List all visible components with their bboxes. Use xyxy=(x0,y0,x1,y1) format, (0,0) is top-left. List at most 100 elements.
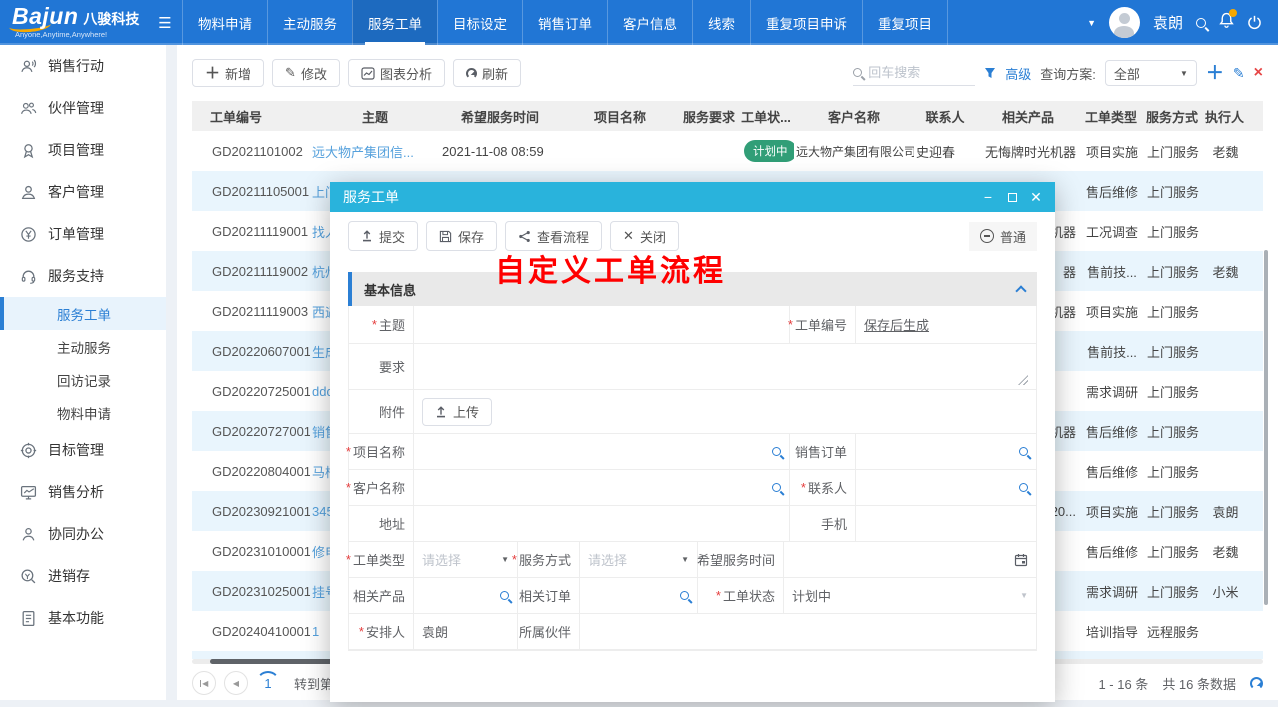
edit-button[interactable]: ✎ 修改 xyxy=(272,59,340,87)
current-page[interactable]: 1 xyxy=(256,671,280,695)
contact-input[interactable] xyxy=(864,480,1019,495)
sidebar-subitem[interactable]: 主动服务 xyxy=(0,330,166,363)
add-plan-icon[interactable]: ＋ xyxy=(1206,64,1224,82)
column-header[interactable]: 工单类型 xyxy=(1080,107,1142,126)
refresh-list-icon[interactable] xyxy=(1250,677,1263,690)
column-header[interactable]: 相关产品 xyxy=(976,107,1080,126)
product-input[interactable] xyxy=(422,588,500,603)
partner-field[interactable] xyxy=(579,614,1036,649)
edit-plan-icon[interactable]: ✎ xyxy=(1233,65,1245,82)
save-button[interactable]: 保存 xyxy=(426,221,497,251)
maximize-icon[interactable] xyxy=(1006,191,1018,203)
refresh-button[interactable]: 刷新 xyxy=(453,59,521,87)
notifications-bell-icon[interactable] xyxy=(1219,12,1234,33)
lookup-contact-icon[interactable] xyxy=(1019,483,1028,492)
logout-power-icon[interactable] xyxy=(1247,15,1262,30)
column-header[interactable]: 项目名称 xyxy=(560,107,680,126)
more-tabs-caret-icon[interactable]: ▼ xyxy=(1087,18,1096,28)
expect-time-input[interactable] xyxy=(783,542,1036,577)
column-header[interactable]: 执行人 xyxy=(1202,107,1247,126)
search-input[interactable] xyxy=(868,65,958,80)
lookup-related-order-icon[interactable] xyxy=(680,591,689,600)
project-input[interactable] xyxy=(422,444,772,459)
close-icon[interactable]: ✕ xyxy=(1030,191,1042,203)
cell-expected-time: 2021-11-08 08:59 xyxy=(440,144,560,159)
sidebar-item[interactable]: 协同办公 xyxy=(0,513,166,555)
topnav-item[interactable]: 客户信息 xyxy=(607,0,692,45)
related-order-input[interactable] xyxy=(588,588,680,603)
lookup-customer-icon[interactable] xyxy=(772,483,781,492)
sidebar-subitem[interactable]: 服务工单 xyxy=(0,297,166,330)
lookup-product-icon[interactable] xyxy=(500,591,509,600)
subject-input[interactable] xyxy=(422,317,781,332)
column-header[interactable]: 服务要求 xyxy=(680,107,738,126)
view-flow-button-label: 查看流程 xyxy=(537,227,589,246)
topnav-item[interactable]: 重复项目 xyxy=(862,0,948,45)
lookup-project-icon[interactable] xyxy=(772,447,781,456)
sidebar-subitem[interactable]: 回访记录 xyxy=(0,363,166,396)
vertical-scrollbar[interactable] xyxy=(1264,250,1268,605)
address-input[interactable] xyxy=(422,516,781,531)
sidebar-item[interactable]: 服务支持 xyxy=(0,255,166,297)
resize-handle-icon[interactable] xyxy=(1018,375,1028,385)
topnav-item[interactable]: 重复项目申诉 xyxy=(750,0,862,45)
topnav-item[interactable]: 线索 xyxy=(692,0,750,45)
filter-funnel-icon[interactable] xyxy=(984,67,996,79)
view-flow-button[interactable]: 查看流程 xyxy=(505,221,602,251)
minimize-icon[interactable]: − xyxy=(982,191,994,203)
priority-selector[interactable]: 普通 xyxy=(969,222,1037,251)
first-page-button[interactable]: ◀ xyxy=(192,671,216,695)
cell-subject-link[interactable]: 远大物产集团信... xyxy=(310,142,440,161)
sidebar-item[interactable]: 订单管理 xyxy=(0,213,166,255)
sidebar-item[interactable]: 客户管理 xyxy=(0,171,166,213)
topnav-item[interactable]: 目标设定 xyxy=(437,0,522,45)
topnav-item[interactable]: 服务工单 xyxy=(352,0,437,45)
requirement-textarea[interactable] xyxy=(413,344,1036,389)
chart-analysis-button[interactable]: 图表分析 xyxy=(348,59,445,87)
column-header[interactable]: 客户名称 xyxy=(794,107,914,126)
topnav-item[interactable]: 主动服务 xyxy=(267,0,352,45)
column-header[interactable]: 工单状... xyxy=(738,107,794,126)
mobile-input[interactable] xyxy=(864,516,1028,531)
prev-page-button[interactable]: ◀ xyxy=(224,671,248,695)
topnav-item[interactable]: 物料申请 xyxy=(182,0,267,45)
submit-button[interactable]: 提交 xyxy=(348,221,418,251)
column-header[interactable]: 工单编号 xyxy=(210,107,310,126)
sidebar-item[interactable]: 进销存 xyxy=(0,555,166,597)
type-select[interactable]: 请选择 ▼ xyxy=(413,542,517,577)
column-header[interactable]: 希望服务时间 xyxy=(440,107,560,126)
upload-attachment-button[interactable]: 上传 xyxy=(422,398,492,426)
sidebar-item[interactable]: 伙伴管理 xyxy=(0,87,166,129)
user-avatar[interactable] xyxy=(1109,7,1140,38)
user-name[interactable]: 袁朗 xyxy=(1153,12,1183,33)
column-header[interactable]: 服务方式 xyxy=(1142,107,1202,126)
calendar-icon[interactable] xyxy=(1014,553,1028,567)
modal-header[interactable]: 服务工单 − ✕ xyxy=(330,182,1055,212)
column-header[interactable]: 联系人 xyxy=(914,107,976,126)
sidebar-item[interactable]: 基本功能 xyxy=(0,597,166,639)
sidebar-item[interactable]: 销售分析 xyxy=(0,471,166,513)
advanced-search-link[interactable]: 高级 xyxy=(1005,64,1031,83)
lookup-sales-order-icon[interactable] xyxy=(1019,447,1028,456)
sidebar-item[interactable]: 项目管理 xyxy=(0,129,166,171)
global-search-icon[interactable] xyxy=(1196,18,1206,28)
table-row[interactable]: GD2021101002 远大物产集团信... 2021-11-08 08:59… xyxy=(192,131,1263,171)
topnav-item[interactable]: 销售订单 xyxy=(522,0,607,45)
sales-order-input[interactable] xyxy=(864,444,1019,459)
status-select[interactable]: 计划中 ▼ xyxy=(783,578,1036,613)
delete-plan-icon[interactable]: × xyxy=(1254,65,1263,81)
close-button[interactable]: ✕ 关闭 xyxy=(610,221,679,251)
chevron-up-icon[interactable] xyxy=(1015,285,1026,296)
column-header[interactable]: 主题 xyxy=(310,107,440,126)
add-button[interactable]: ＋ 新增 xyxy=(192,59,264,87)
section-basic-info[interactable]: 基本信息 xyxy=(348,272,1037,306)
method-select[interactable]: 请选择 ▼ xyxy=(579,542,697,577)
cell-order-code: GD20240410001 xyxy=(210,624,310,639)
customer-input[interactable] xyxy=(422,480,772,495)
sidebar-item[interactable]: 销售行动 xyxy=(0,45,166,87)
sales-action-icon xyxy=(20,58,37,75)
query-plan-select[interactable]: 全部 ▼ xyxy=(1105,60,1197,86)
menu-toggle-icon[interactable]: ☰ xyxy=(148,0,182,45)
sidebar-item[interactable]: 目标管理 xyxy=(0,429,166,471)
sidebar-subitem[interactable]: 物料申请 xyxy=(0,396,166,429)
